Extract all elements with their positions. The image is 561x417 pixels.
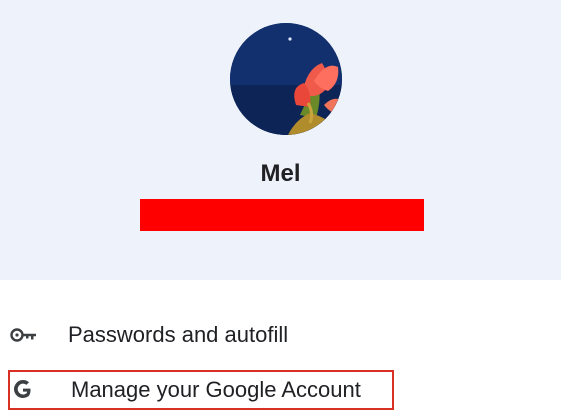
manage-google-account-item[interactable]: Manage your Google Account — [8, 370, 394, 410]
email-redaction — [140, 199, 424, 231]
passwords-and-autofill-label: Passwords and autofill — [68, 322, 289, 347]
google-g-icon — [10, 380, 53, 400]
manage-google-account-label: Manage your Google Account — [71, 377, 361, 402]
avatar[interactable] — [230, 23, 342, 135]
passwords-and-autofill-item[interactable]: Passwords and autofill — [8, 317, 368, 353]
key-icon — [8, 327, 50, 343]
avatar-photo — [230, 23, 342, 135]
profile-header: Mel — [0, 0, 561, 280]
profile-name: Mel — [260, 160, 301, 187]
